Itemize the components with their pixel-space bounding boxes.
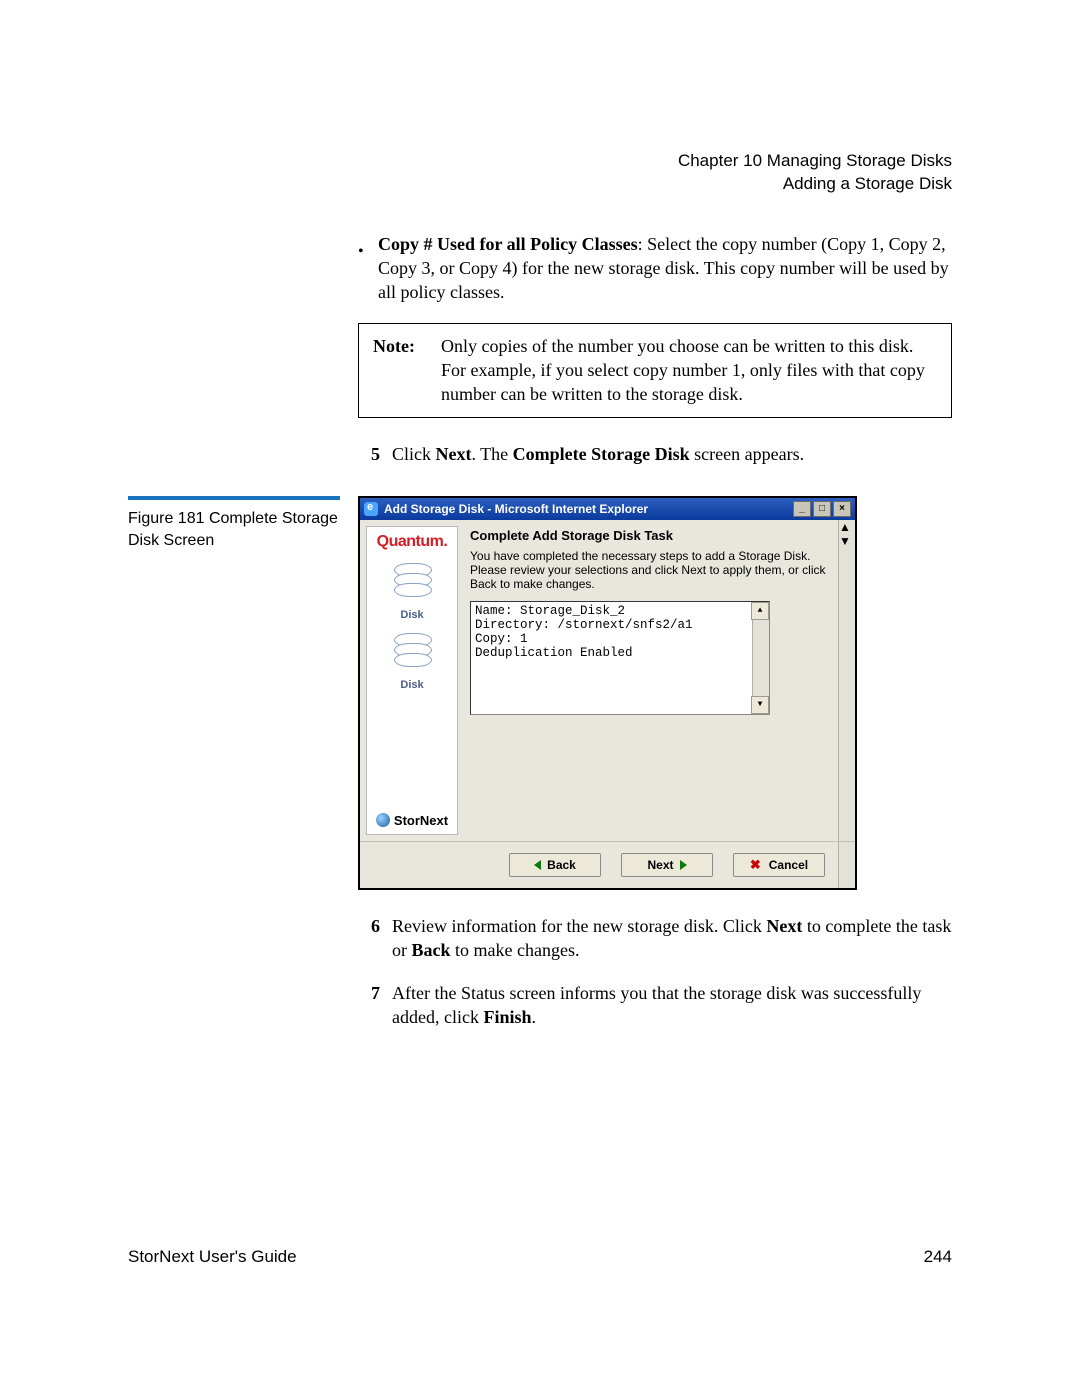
step-number: 5 bbox=[358, 442, 380, 466]
cancel-x-icon: ✖ bbox=[750, 857, 761, 873]
stornext-badge: StorNext bbox=[376, 813, 448, 828]
wizard-heading: Complete Add Storage Disk Task bbox=[470, 528, 831, 543]
footer-left: StorNext User's Guide bbox=[128, 1247, 297, 1267]
back-arrow-icon bbox=[534, 860, 541, 870]
step-number: 7 bbox=[358, 981, 380, 1030]
review-textarea[interactable]: Name: Storage_Disk_2 Directory: /stornex… bbox=[470, 601, 770, 715]
step-7: 7 After the Status screen informs you th… bbox=[358, 981, 952, 1030]
bullet-label: Copy # Used for all Policy Classes bbox=[378, 234, 638, 254]
note-text: Only copies of the number you choose can… bbox=[441, 334, 937, 407]
disk-icon bbox=[390, 563, 434, 603]
wizard-description: You have completed the necessary steps t… bbox=[470, 549, 831, 591]
step-5: 5 Click Next. The Complete Storage Disk … bbox=[358, 442, 952, 466]
cancel-button[interactable]: ✖Cancel bbox=[733, 853, 825, 877]
bullet-item: Copy # Used for all Policy Classes: Sele… bbox=[358, 232, 952, 305]
back-button[interactable]: Back bbox=[509, 853, 601, 877]
window-title: Add Storage Disk - Microsoft Internet Ex… bbox=[384, 502, 648, 516]
disk-icon bbox=[390, 633, 434, 673]
bullet-dot bbox=[358, 232, 366, 305]
wizard-content: Complete Add Storage Disk Task You have … bbox=[458, 520, 855, 841]
ie-icon bbox=[364, 502, 378, 516]
next-button[interactable]: Next bbox=[621, 853, 713, 877]
wizard-button-row: Back Next ✖Cancel bbox=[360, 841, 855, 888]
section-title: Adding a Storage Disk bbox=[128, 173, 952, 196]
wizard-sidebar: Quantum. Disk Disk StorNext bbox=[366, 526, 458, 835]
screenshot-window: Add Storage Disk - Microsoft Internet Ex… bbox=[358, 496, 857, 890]
step-6: 6 Review information for the new storage… bbox=[358, 914, 952, 963]
note-label: Note: bbox=[373, 334, 429, 407]
close-button[interactable]: × bbox=[833, 501, 851, 517]
page-number: 244 bbox=[924, 1247, 952, 1267]
quantum-logo: Quantum. bbox=[377, 533, 448, 551]
window-titlebar: Add Storage Disk - Microsoft Internet Ex… bbox=[360, 498, 855, 520]
scroll-down-icon[interactable]: ▼ bbox=[751, 696, 769, 714]
figure-caption: Figure 181 Complete Storage Disk Screen bbox=[128, 496, 340, 890]
next-arrow-icon bbox=[680, 860, 687, 870]
maximize-button[interactable]: □ bbox=[813, 501, 831, 517]
disk-label: Disk bbox=[400, 609, 423, 621]
step-number: 6 bbox=[358, 914, 380, 963]
scroll-up-icon[interactable]: ▲ bbox=[751, 602, 769, 620]
disk-label: Disk bbox=[400, 679, 423, 691]
chapter-title: Chapter 10 Managing Storage Disks bbox=[128, 150, 952, 173]
globe-icon bbox=[376, 813, 390, 827]
minimize-button[interactable]: _ bbox=[793, 501, 811, 517]
note-box: Note: Only copies of the number you choo… bbox=[358, 323, 952, 418]
